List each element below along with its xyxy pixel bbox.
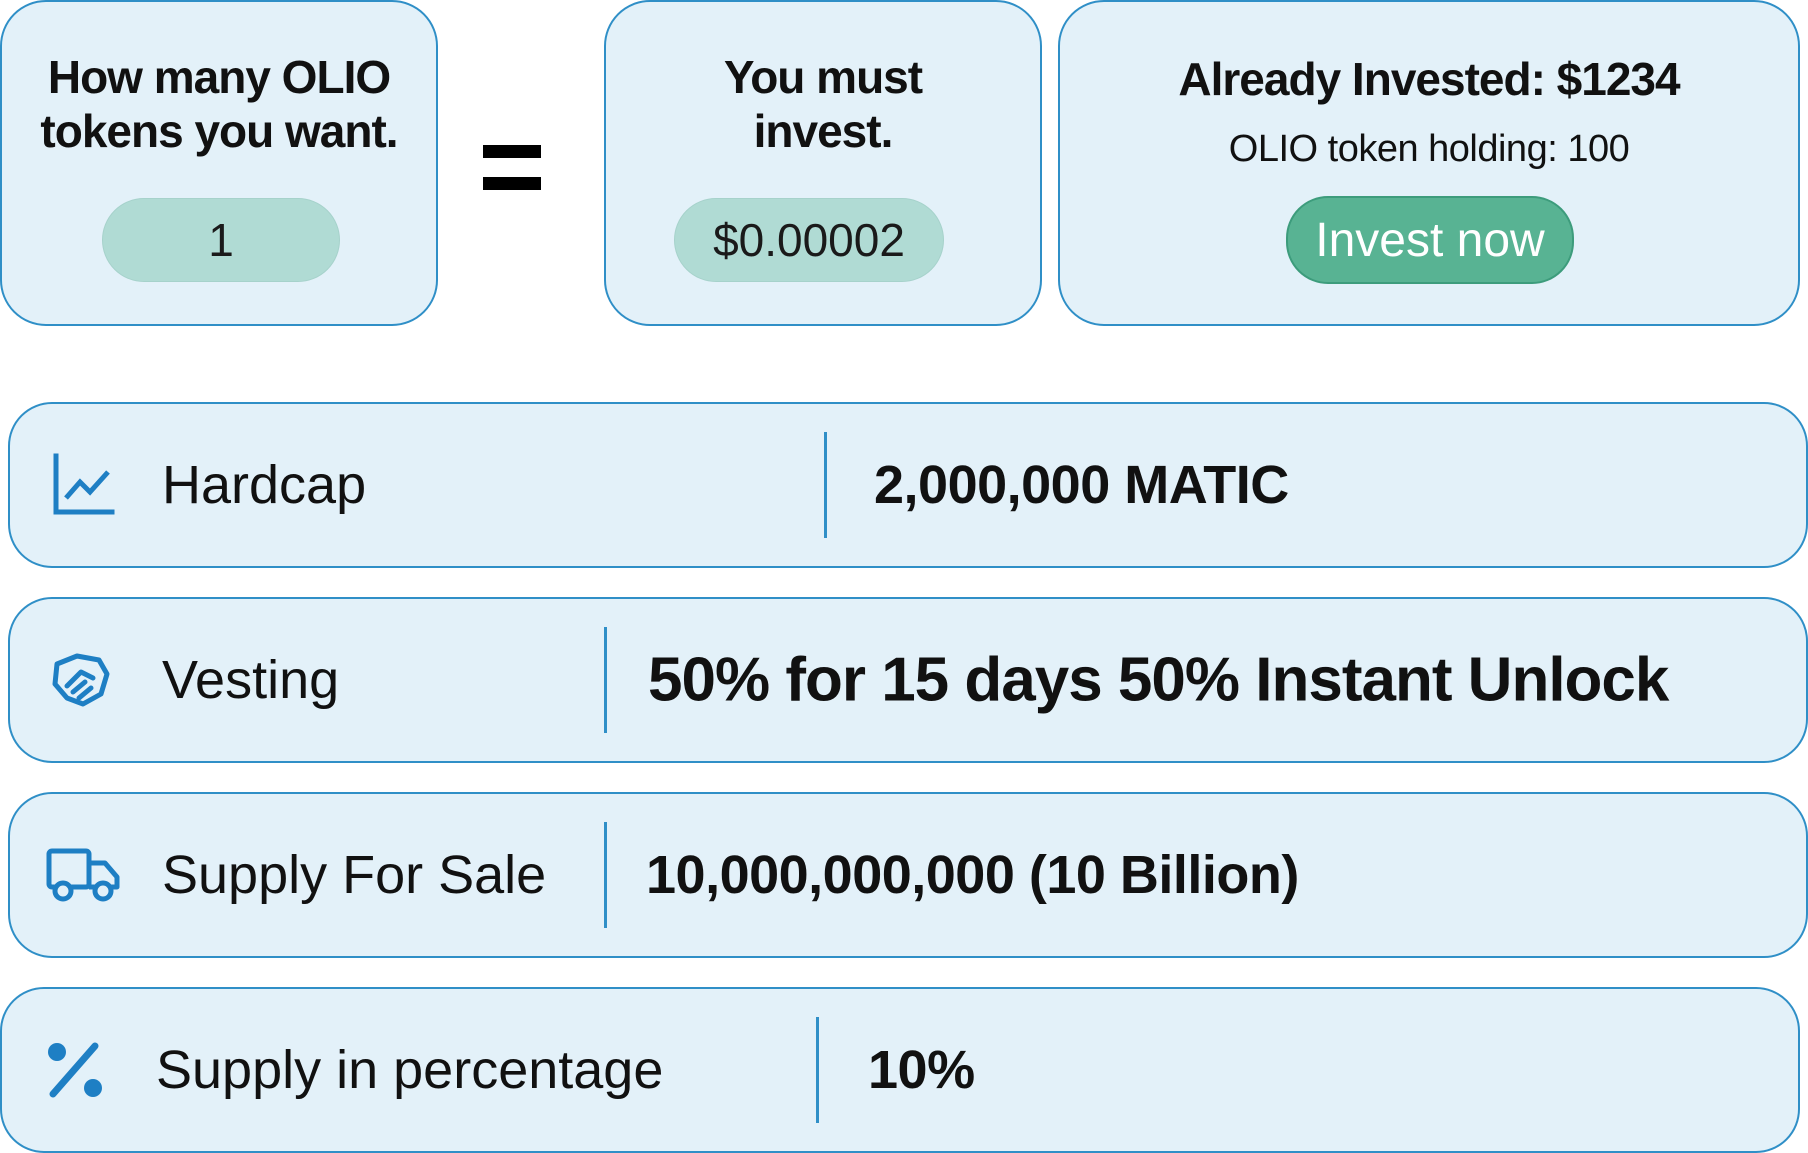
invest-card-title-line2: invest.	[753, 105, 894, 157]
handshake-icon	[46, 645, 116, 715]
detail-label-hardcap: Hardcap	[162, 455, 367, 515]
row-divider	[824, 432, 827, 538]
row-divider	[604, 822, 607, 928]
line-chart-icon	[48, 450, 118, 520]
invest-amount-card: You must invest. $0.00002	[604, 0, 1042, 326]
detail-value-supply-for-sale: 10,000,000,000 (10 Billion)	[646, 845, 1299, 905]
invest-amount-value: $0.00002	[674, 198, 944, 282]
equals-sign	[483, 140, 541, 194]
tokens-card: How many OLIO tokens you want. 1	[0, 0, 438, 326]
investment-status-card: Already Invested: $1234 OLIO token holdi…	[1058, 0, 1800, 326]
detail-label-vesting: Vesting	[162, 650, 340, 710]
tokens-card-title-line1: How many OLIO	[47, 51, 391, 103]
row-divider	[604, 627, 607, 733]
token-holding-text: OLIO token holding: 100	[1228, 128, 1630, 170]
detail-label-supply-percentage: Supply in percentage	[156, 1040, 664, 1100]
detail-label-supply-for-sale: Supply For Sale	[162, 845, 547, 905]
detail-row-supply-percentage: Supply in percentage 10%	[0, 987, 1800, 1153]
detail-value-supply-percentage: 10%	[868, 1040, 975, 1100]
token-quantity-input[interactable]: 1	[102, 198, 340, 282]
percent-icon	[40, 1035, 110, 1105]
detail-row-vesting: Vesting 50% for 15 days 50% Instant Unlo…	[8, 597, 1808, 763]
row-divider	[816, 1017, 819, 1123]
tokens-card-title-line2: tokens you want.	[40, 105, 398, 157]
detail-row-supply-for-sale: Supply For Sale 10,000,000,000 (10 Billi…	[8, 792, 1808, 958]
already-invested-text: Already Invested: $1234	[1178, 53, 1680, 105]
detail-value-vesting: 50% for 15 days 50% Instant Unlock	[648, 645, 1669, 715]
detail-row-hardcap: Hardcap 2,000,000 MATIC	[8, 402, 1808, 568]
invest-now-button[interactable]: Invest now	[1286, 196, 1574, 284]
truck-icon	[44, 840, 122, 910]
invest-card-title-line1: You must	[723, 51, 923, 103]
detail-value-hardcap: 2,000,000 MATIC	[874, 455, 1289, 515]
